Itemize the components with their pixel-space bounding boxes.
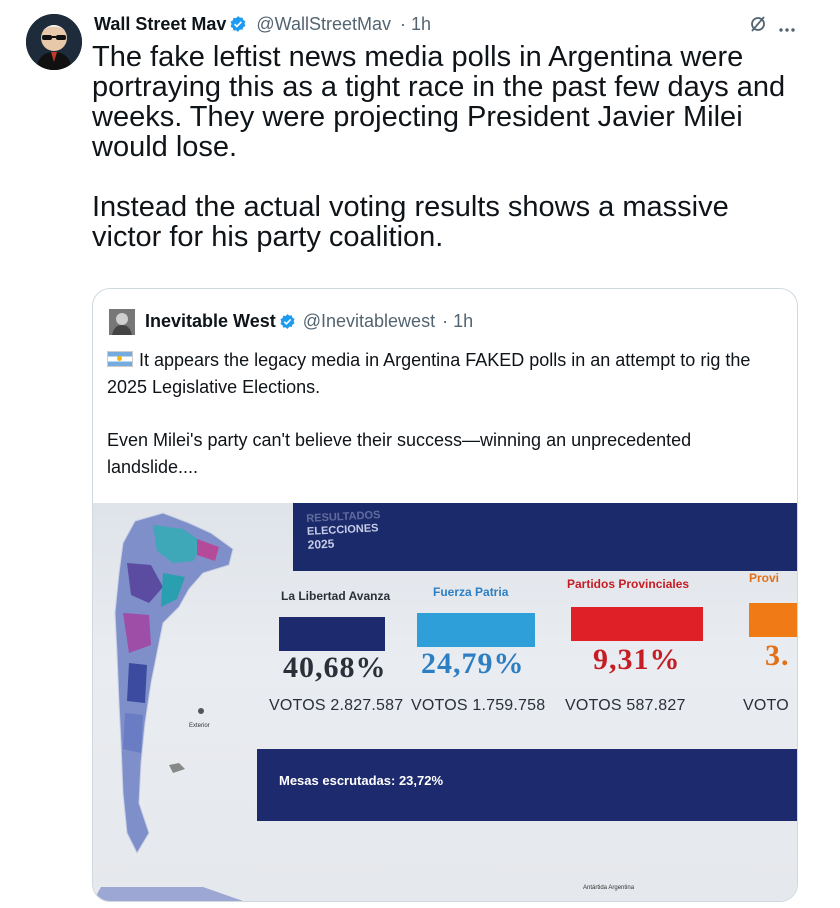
quoted-header: Inevitable West @Inevitablewest · 1h <box>145 311 473 335</box>
party-bar <box>417 613 535 647</box>
tweet-actions-top <box>748 14 796 40</box>
verified-icon <box>229 15 247 38</box>
mesas-banner: Mesas escrutadas: 23,72% <box>257 749 797 821</box>
tweet-paragraph: The fake leftist news media polls in Arg… <box>92 41 786 163</box>
tweet-paragraph: Instead the actual voting results shows … <box>92 191 729 253</box>
tweet-time[interactable]: · 1h <box>400 14 431 34</box>
author-handle[interactable]: @WallStreetMav <box>256 14 391 34</box>
party-votes: VOTO <box>743 697 789 714</box>
more-icon[interactable] <box>778 16 796 39</box>
party-votes: VOTOS 587.827 <box>565 697 686 714</box>
quoted-author-name[interactable]: Inevitable West <box>145 311 276 331</box>
quoted-author-avatar[interactable] <box>109 309 135 335</box>
author-avatar[interactable] <box>26 14 82 70</box>
quoted-paragraph: Even Milei's party can't believe their s… <box>107 430 692 477</box>
quoted-paragraph-text: It appears the legacy media in Argentina… <box>107 350 751 397</box>
party-name: Provi <box>749 571 780 585</box>
quoted-time[interactable]: · 1h <box>442 311 473 331</box>
party-bar <box>571 607 703 641</box>
party-percentage: 9,31% <box>593 643 681 676</box>
argentina-map <box>93 512 243 901</box>
banner-title: RESULTADOS ELECCIONES 2025 <box>306 509 382 552</box>
quoted-tweet[interactable]: Inevitable West @Inevitablewest · 1h It … <box>92 288 798 902</box>
quoted-handle[interactable]: @Inevitablewest <box>303 311 435 331</box>
party-name: Partidos Provinciales <box>567 577 690 591</box>
party-votes: VOTOS 2.827.587 <box>269 697 404 714</box>
grok-icon[interactable] <box>748 14 768 40</box>
party-name: Fuerza Patria <box>433 585 509 599</box>
party-bar <box>749 603 797 637</box>
quoted-text: It appears the legacy media in Argentina… <box>107 347 777 481</box>
map-label: Antártida Argentina <box>583 885 635 891</box>
verified-icon <box>279 313 296 335</box>
party-percentage: 3. <box>765 639 790 672</box>
election-results-photo[interactable]: RESULTADOS ELECCIONES 2025 La Libertad A… <box>93 503 797 901</box>
argentina-flag-icon <box>107 351 133 367</box>
party-votes: VOTOS 1.759.758 <box>411 697 546 714</box>
party-bar <box>279 617 385 651</box>
quoted-paragraph: It appears the legacy media in Argentina… <box>107 347 777 401</box>
tweet-text: The fake leftist news media polls in Arg… <box>92 42 802 252</box>
banner-line-2: ELECCIONES <box>306 522 379 538</box>
tweet-header: Wall Street Mav @WallStreetMav · 1h <box>94 14 794 38</box>
mesas-text: Mesas escrutadas: 23,72% <box>279 773 444 788</box>
party-percentage: 24,79% <box>421 647 525 680</box>
author-name[interactable]: Wall Street Mav <box>94 14 226 34</box>
map-label: Exterior <box>189 723 210 729</box>
party-name: La Libertad Avanza <box>281 589 391 603</box>
party-percentage: 40,68% <box>283 651 387 684</box>
